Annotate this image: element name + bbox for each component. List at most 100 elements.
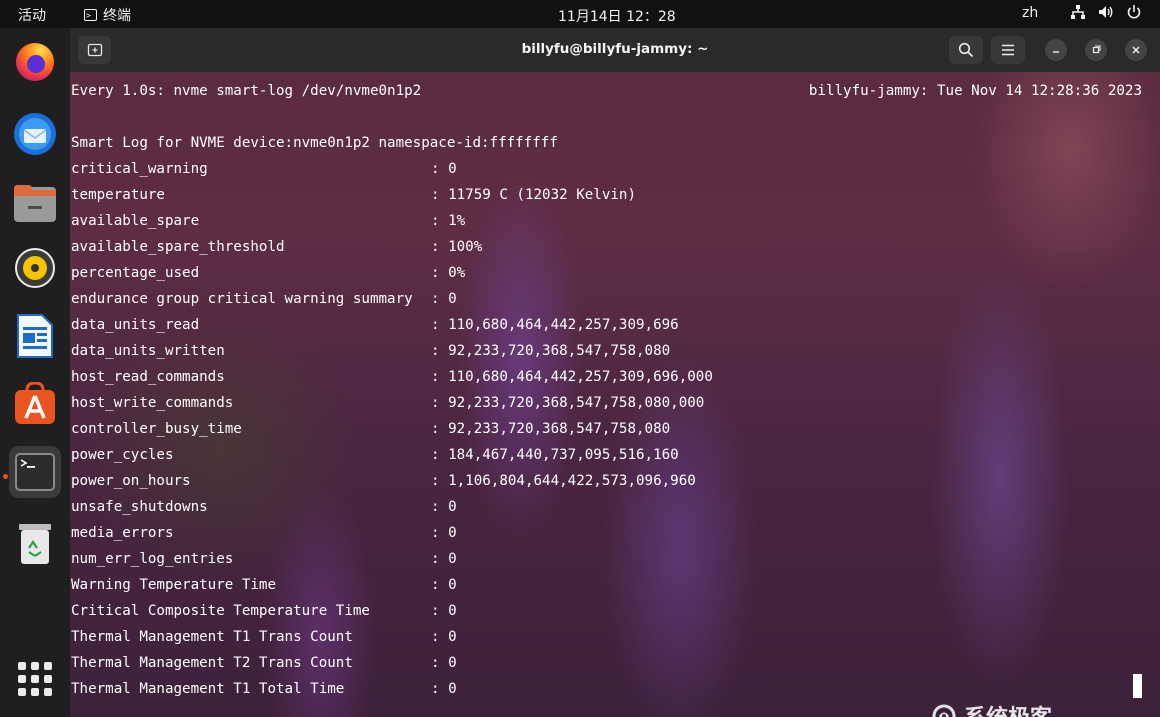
smart-log-key: controller_busy_time bbox=[71, 421, 242, 437]
smart-log-value: : 110,680,464,442,257,309,696,000 bbox=[431, 369, 713, 385]
network-icon bbox=[1071, 5, 1085, 19]
smart-log-value: : 0 bbox=[431, 681, 457, 697]
app-menu[interactable]: > 终端 bbox=[84, 5, 131, 25]
smart-log-key: Warning Temperature Time bbox=[71, 577, 276, 593]
smart-log-value: : 100% bbox=[431, 239, 483, 255]
smart-log-row: data_units_read : 110,680,464,442,257,309… bbox=[71, 312, 679, 338]
smart-log-title: Smart Log for NVME device:nvme0n1p2 name… bbox=[71, 135, 558, 151]
smart-log-value: : 92,233,720,368,547,758,080 bbox=[431, 343, 671, 359]
smart-log-key: num_err_log_entries bbox=[71, 551, 234, 567]
smart-log-key: data_units_written bbox=[71, 343, 225, 359]
dock-libreoffice-writer[interactable] bbox=[9, 310, 61, 362]
terminal-output[interactable]: Every 1.0s: nvme smart-log /dev/nvme0n1p… bbox=[70, 72, 1160, 717]
smart-log-value: : 1% bbox=[431, 213, 466, 229]
smart-log-row: data_units_written : 92,233,720,368,547,7… bbox=[71, 338, 670, 364]
input-language[interactable]: zh bbox=[1022, 5, 1038, 21]
search-icon bbox=[958, 42, 974, 58]
dock-firefox[interactable] bbox=[9, 36, 61, 88]
smart-log-key: host_read_commands bbox=[71, 369, 225, 385]
writer-icon bbox=[17, 314, 53, 358]
minimize-button[interactable] bbox=[1045, 39, 1067, 61]
smart-log-row: num_err_log_entries : 0 bbox=[71, 546, 457, 572]
watch-timestamp: billyfu-jammy: Tue Nov 14 12:28:36 2023 bbox=[808, 83, 1142, 99]
dock-thunderbird[interactable] bbox=[9, 108, 61, 160]
smart-log-key: Thermal Management T1 Total Time bbox=[71, 681, 345, 697]
smart-log-key: temperature bbox=[71, 187, 165, 203]
close-button[interactable] bbox=[1125, 39, 1147, 61]
rhythmbox-icon bbox=[15, 248, 55, 288]
smart-log-value: : 0 bbox=[431, 577, 457, 593]
smart-log-row: controller_busy_time : 92,233,720,368,547… bbox=[71, 416, 670, 442]
dock-trash[interactable] bbox=[9, 518, 61, 570]
watermark-text: 系统极客 bbox=[964, 700, 1052, 717]
dock bbox=[0, 28, 70, 717]
dock-files[interactable] bbox=[9, 178, 61, 230]
smart-log-key: endurance group critical warning summary bbox=[71, 291, 413, 307]
activities-button[interactable]: 活动 bbox=[18, 5, 46, 25]
smart-log-row: unsafe_shutdowns : 0 bbox=[71, 494, 457, 520]
smart-log-value: : 0 bbox=[431, 629, 457, 645]
smart-log-row: Thermal Management T2 Trans Count: 0 bbox=[71, 650, 457, 676]
minimize-icon bbox=[1053, 51, 1059, 53]
smart-log-value: : 0 bbox=[431, 551, 457, 567]
restore-icon bbox=[1092, 45, 1101, 54]
smart-log-row: power_cycles: 184,467,440,737,095,516,16… bbox=[71, 442, 679, 468]
smart-log-value: : 110,680,464,442,257,309,696 bbox=[431, 317, 679, 333]
top-bar: 活动 > 终端 11月14日 12：28 zh bbox=[0, 0, 1160, 28]
menu-button[interactable] bbox=[991, 36, 1025, 64]
apps-grid-icon[interactable] bbox=[18, 662, 52, 696]
smart-log-row: host_write_commands: 92,233,720,368,547,… bbox=[71, 390, 704, 416]
watermark: 系统极客 bbox=[930, 700, 1052, 717]
smart-log-row: Thermal Management T1 Total Time : 0 bbox=[71, 676, 457, 702]
clock[interactable]: 11月14日 12：28 bbox=[558, 6, 676, 26]
smart-log-value: : 92,233,720,368,547,758,080 bbox=[431, 421, 671, 437]
power-icon bbox=[1127, 5, 1141, 19]
watch-header: Every 1.0s: nvme smart-log /dev/nvme0n1p… bbox=[71, 83, 422, 99]
smart-log-key: power_on_hours bbox=[71, 473, 191, 489]
thunderbird-icon bbox=[14, 113, 56, 155]
terminal-mini-icon: > bbox=[84, 9, 97, 21]
smart-log-key: percentage_used bbox=[71, 265, 200, 281]
smart-log-row: available_spare: 1% bbox=[71, 208, 465, 234]
smart-log-row: critical_warning: 0 bbox=[71, 156, 457, 182]
smart-log-key: Critical Composite Temperature Time bbox=[71, 603, 370, 619]
smart-log-row: host_read_commands : 110,680,464,442,257,… bbox=[71, 364, 713, 390]
search-button[interactable] bbox=[949, 36, 983, 64]
dock-app-center[interactable] bbox=[9, 378, 61, 430]
smart-log-value: : 0 bbox=[431, 603, 457, 619]
smart-log-key: available_spare_threshold bbox=[71, 239, 285, 255]
smart-log-key: unsafe_shutdowns bbox=[71, 499, 208, 515]
app-center-icon bbox=[15, 382, 55, 424]
smart-log-key: power_cycles bbox=[71, 447, 174, 463]
terminal-window: billyfu@billyfu-jammy: ~ Every 1.0s: nvm… bbox=[70, 28, 1160, 717]
smart-log-row: Thermal Management T1 Trans Count : 0 bbox=[71, 624, 457, 650]
smart-log-value: : 1,106,804,644,422,573,096,960 bbox=[431, 473, 696, 489]
smart-log-key: Thermal Management T2 Trans Count bbox=[71, 655, 353, 671]
files-icon bbox=[14, 185, 56, 222]
smart-log-row: Warning Temperature Time : 0 bbox=[71, 572, 457, 598]
trash-icon bbox=[19, 524, 51, 564]
smart-log-key: data_units_read bbox=[71, 317, 200, 333]
firefox-icon bbox=[16, 43, 54, 81]
system-tray[interactable] bbox=[1070, 4, 1142, 20]
terminal-icon bbox=[15, 453, 55, 491]
app-name: 终端 bbox=[103, 8, 131, 24]
volume-icon bbox=[1099, 6, 1113, 18]
dock-rhythmbox[interactable] bbox=[9, 242, 61, 294]
smart-log-key: critical_warning bbox=[71, 161, 208, 177]
text-cursor bbox=[1133, 674, 1142, 698]
smart-log-value: : 0 bbox=[431, 499, 457, 515]
smart-log-value: : 0 bbox=[431, 525, 457, 541]
smart-log-key: host_write_commands bbox=[71, 395, 234, 411]
close-icon bbox=[1132, 46, 1140, 54]
smart-log-row: media_errors: 0 bbox=[71, 520, 457, 546]
dock-terminal[interactable] bbox=[9, 446, 61, 498]
smart-log-row: temperature : 11759 C (12032 Kelvin) bbox=[71, 182, 636, 208]
watermark-logo-icon bbox=[932, 704, 956, 717]
hamburger-menu-icon bbox=[1002, 44, 1014, 56]
smart-log-row: endurance group critical warning summary… bbox=[71, 286, 457, 312]
smart-log-value: : 11759 C (12032 Kelvin) bbox=[431, 187, 636, 203]
title-bar[interactable]: billyfu@billyfu-jammy: ~ bbox=[70, 28, 1160, 72]
maximize-button[interactable] bbox=[1085, 39, 1107, 61]
smart-log-key: Thermal Management T1 Trans Count bbox=[71, 629, 353, 645]
